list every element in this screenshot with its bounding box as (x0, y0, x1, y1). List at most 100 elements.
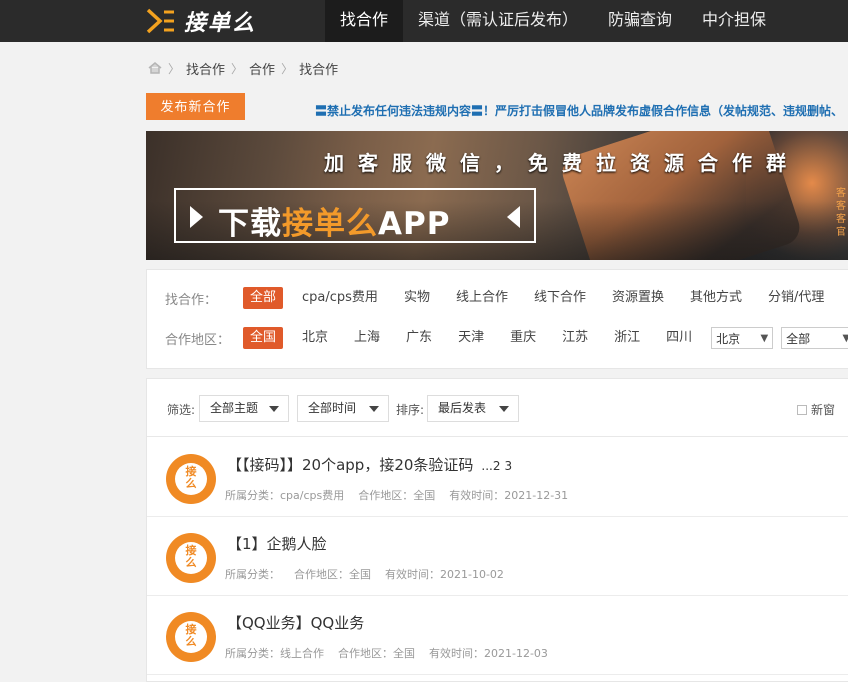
promo-banner[interactable]: 加客服微信，免费拉资源合作群 下载接单么APP 客客客官 (146, 131, 848, 260)
logo-badge-icon: 接么 (185, 544, 197, 569)
sort-label: 排序: (396, 403, 425, 417)
post-region: 合作地区：全国 (294, 568, 371, 581)
region-chip-national[interactable]: 全国 (243, 327, 284, 349)
post-meta: 所属分类： 合作地区：全国 有效时间：2021-10-02 (225, 566, 518, 582)
notice-marquee[interactable]: 〓禁止发布任何违法违规内容〓！严厉打击假冒他人品牌发布虚假合作信息（发帖规范、违… (315, 102, 848, 120)
post-category: 所属分类：cpa/cps费用 (225, 489, 345, 502)
region-chip-guangdong[interactable]: 广东 (399, 327, 439, 349)
logo-badge-icon: 接么 (185, 465, 197, 490)
list-item[interactable]: 接么 【1】企鹅人脸 所属分类： 合作地区：全国 有效时间：2021-10-02 (147, 517, 848, 596)
type-chip-physical[interactable]: 实物 (397, 287, 437, 309)
topic-dropdown[interactable]: 全部主题 (199, 395, 289, 422)
nav-find-cooperation[interactable]: 找合作 (325, 0, 404, 42)
publish-new-cooperation-button[interactable]: 发布新合作 (146, 93, 245, 120)
type-chip-distribution[interactable]: 分销/代理 (761, 287, 831, 309)
home-icon[interactable] (148, 62, 162, 74)
caret-down-icon (269, 406, 279, 412)
post-category: 所属分类：线上合作 (225, 647, 324, 660)
region-chip-sichuan[interactable]: 四川 (659, 327, 699, 349)
type-chip-other[interactable]: 其他方式 (683, 287, 749, 309)
type-filter-label: 找合作： (165, 292, 218, 308)
new-window-label: 新窗 (811, 403, 836, 417)
breadcrumb-separator: 〉 (231, 61, 244, 76)
page-link[interactable]: ...2 (481, 459, 500, 473)
logo-badge-icon: 接么 (185, 623, 197, 648)
post-region: 合作地区：全国 (338, 647, 415, 660)
post-meta: 所属分类：线上合作 合作地区：全国 有效时间：2021-12-03 (225, 645, 562, 661)
download-app-text: 下载接单么APP (218, 198, 450, 243)
region-filter-row: 合作地区： 全国 北京 上海 广东 天津 重庆 江苏 浙江 四川 北京 ▼ 全部 ▼ (165, 326, 848, 350)
region-chip-shanghai[interactable]: 上海 (347, 327, 387, 349)
chevron-down-icon: ▼ (760, 332, 769, 344)
time-dropdown-value: 全部时间 (308, 401, 357, 415)
download-app-suffix: APP (378, 206, 451, 242)
arrow-right-icon (190, 206, 203, 228)
post-region: 合作地区：全国 (358, 489, 436, 502)
banner-slogan: 加客服微信，免费拉资源合作群 (324, 151, 800, 175)
post-title[interactable]: 【1】企鹅人脸 (227, 533, 327, 554)
type-chip-all[interactable]: 全部 (243, 287, 284, 309)
logo-mark-icon (146, 8, 174, 34)
filter-panel: 找合作： 全部 cpa/cps费用 实物 线上合作 线下合作 资源置换 其他方式… (146, 269, 848, 369)
region-chip-tianjin[interactable]: 天津 (451, 327, 491, 349)
breadcrumb-separator: 〉 (168, 61, 181, 76)
download-app-prefix: 下载 (218, 206, 282, 242)
download-app-brand: 接单么 (282, 206, 378, 242)
breadcrumb-separator: 〉 (281, 61, 294, 76)
type-chip-exchange[interactable]: 资源置换 (605, 287, 671, 309)
post-pagination: ...2 3 (477, 459, 512, 473)
post-meta: 所属分类：cpa/cps费用 合作地区：全国 有效时间：2021-12-31 (225, 487, 582, 503)
region-chip-chongqing[interactable]: 重庆 (503, 327, 543, 349)
site-logo[interactable]: 接单么 (146, 6, 256, 36)
caret-down-icon (499, 406, 509, 412)
type-chip-cpa[interactable]: cpa/cps费用 (295, 287, 385, 309)
breadcrumb-link-cooperation[interactable]: 合作 (249, 59, 275, 78)
region-filter-label: 合作地区： (165, 332, 231, 348)
topic-dropdown-value: 全部主题 (210, 401, 259, 415)
post-title[interactable]: 【QQ业务】QQ业务 (227, 612, 364, 633)
breadcrumb-current[interactable]: 找合作 (299, 59, 338, 78)
post-title[interactable]: 【【接码】】20个app，接20条验证码 ...2 3 (227, 454, 512, 475)
download-app-box[interactable]: 下载接单么APP (174, 188, 536, 243)
avatar[interactable]: 接么 (166, 533, 216, 583)
province-select-value: 北京 (716, 331, 741, 346)
post-expiry: 有效时间：2021-12-03 (429, 647, 548, 660)
type-chip-online[interactable]: 线上合作 (449, 287, 515, 309)
type-chip-offline[interactable]: 线下合作 (527, 287, 593, 309)
filter-label: 筛选: (167, 403, 196, 417)
nav-channels[interactable]: 渠道（需认证后发布） (403, 0, 593, 42)
sort-dropdown-value: 最后发表 (438, 401, 487, 415)
city-select-value: 全部 (786, 331, 811, 346)
top-navigation-bar: 接单么 找合作 渠道（需认证后发布） 防骗查询 中介担保 (0, 0, 848, 42)
nav-fraud-check[interactable]: 防骗查询 (593, 0, 687, 42)
logo-text: 接单么 (184, 11, 257, 36)
time-dropdown[interactable]: 全部时间 (297, 395, 389, 422)
type-filter-row: 找合作： 全部 cpa/cps费用 实物 线上合作 线下合作 资源置换 其他方式… (165, 286, 843, 310)
post-category: 所属分类： (225, 568, 280, 581)
banner-side-text: 客客客官 (836, 188, 846, 238)
post-list-panel: 筛选: 全部主题 全部时间 排序: 最后发表 新窗 接么 【【接码】】20个ap… (146, 378, 848, 682)
main-nav: 找合作 渠道（需认证后发布） 防骗查询 中介担保 (325, 0, 781, 42)
checkbox-icon[interactable] (797, 404, 807, 415)
post-expiry: 有效时间：2021-10-02 (385, 568, 504, 581)
list-item[interactable]: 接么 【QQ业务】QQ业务 所属分类：线上合作 合作地区：全国 有效时间：2021-… (147, 596, 848, 675)
region-chip-beijing[interactable]: 北京 (295, 327, 335, 349)
sort-dropdown[interactable]: 最后发表 (427, 395, 519, 422)
region-chip-jiangsu[interactable]: 江苏 (555, 327, 595, 349)
post-title-text[interactable]: 【【接码】】20个app，接20条验证码 (227, 456, 473, 474)
region-chip-zhejiang[interactable]: 浙江 (607, 327, 647, 349)
chevron-down-icon: ▼ (842, 332, 848, 344)
breadcrumb-link-find[interactable]: 找合作 (186, 59, 225, 78)
breadcrumb: 〉 找合作 〉 合作 〉 找合作 (148, 58, 338, 78)
post-expiry: 有效时间：2021-12-31 (449, 489, 569, 502)
page-link[interactable]: 3 (505, 459, 513, 473)
list-toolbar: 筛选: 全部主题 全部时间 排序: 最后发表 新窗 (147, 379, 848, 437)
new-window-checkbox[interactable]: 新窗 (797, 401, 835, 418)
avatar[interactable]: 接么 (166, 454, 216, 504)
city-select[interactable]: 全部 ▼ (781, 327, 848, 349)
province-select[interactable]: 北京 ▼ (711, 327, 774, 349)
list-item[interactable]: 接么 【【接码】】20个app，接20条验证码 ...2 3 所属分类：cpa/cp… (147, 438, 848, 517)
avatar[interactable]: 接么 (166, 612, 216, 662)
nav-escrow[interactable]: 中介担保 (687, 0, 781, 42)
caret-down-icon (369, 406, 379, 412)
